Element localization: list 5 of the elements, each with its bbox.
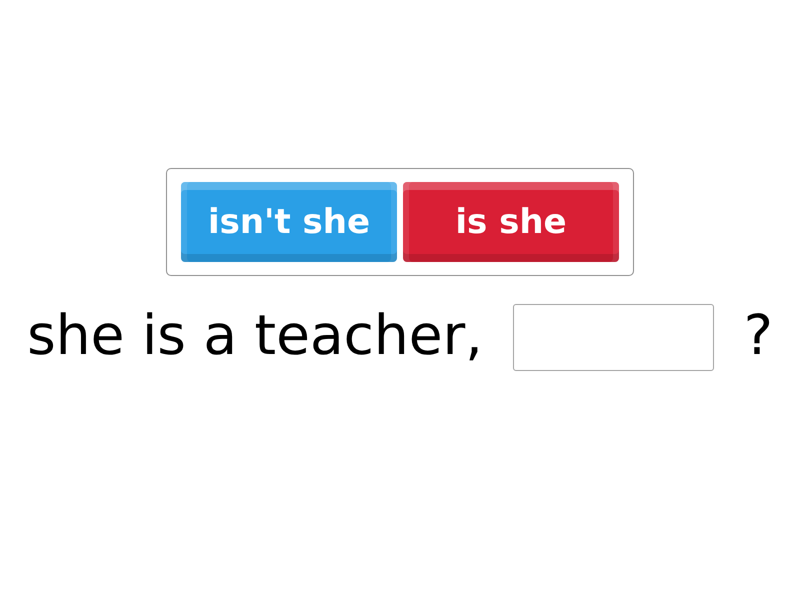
answer-option-button[interactable]: is she xyxy=(403,182,619,262)
answer-option-button[interactable]: isn't she xyxy=(181,182,397,262)
sentence-text: ? xyxy=(744,302,773,368)
sentence-text: she is a teacher, xyxy=(27,302,483,368)
answer-blank-field[interactable] xyxy=(512,304,714,371)
